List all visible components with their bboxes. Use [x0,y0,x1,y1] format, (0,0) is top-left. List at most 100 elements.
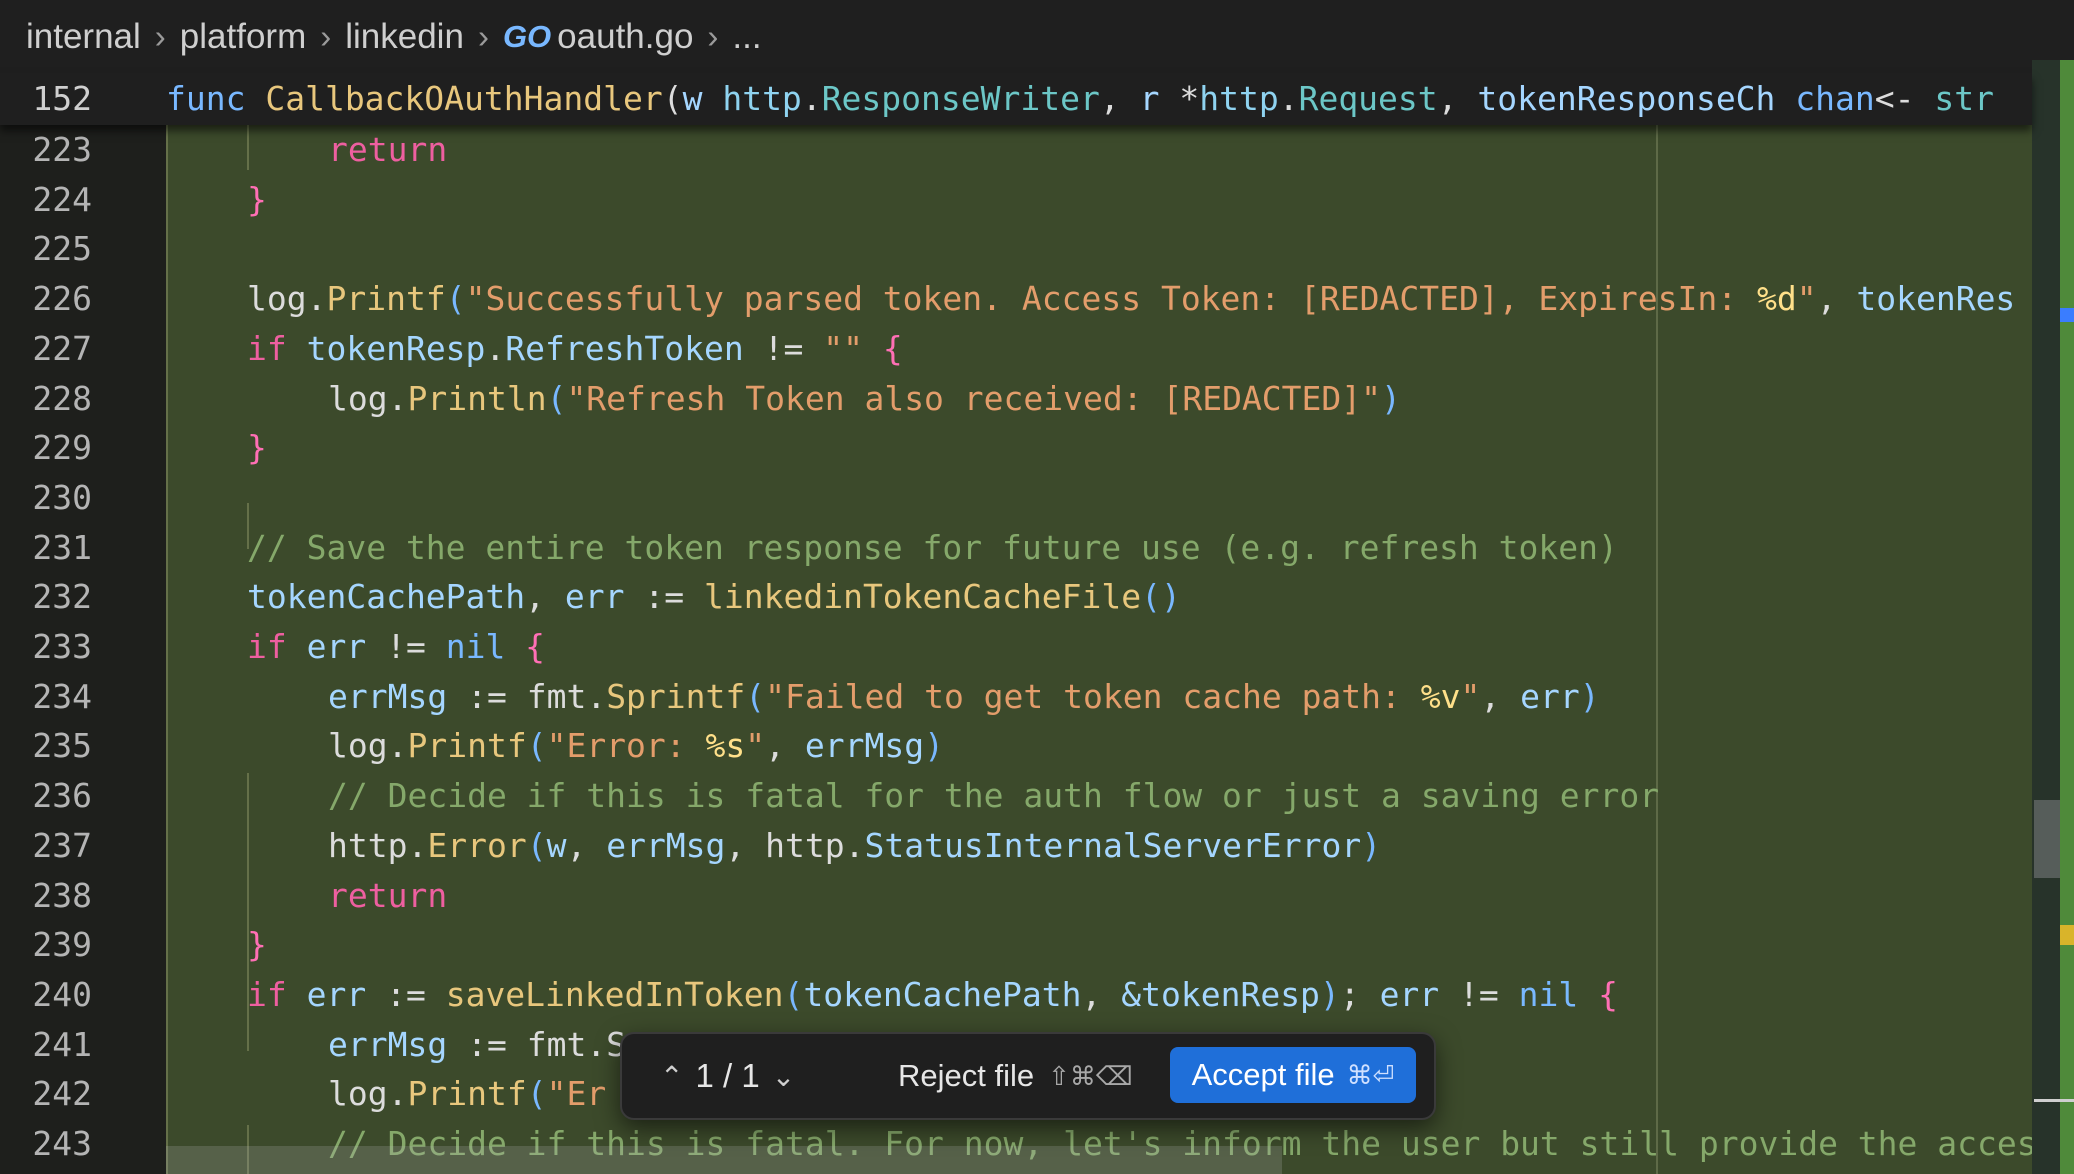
code-token: } [247,925,267,965]
change-navigator: ⌃ 1 / 1 ⌄ [648,1034,807,1118]
code-token: // Save the entire token response for fu… [247,527,1618,567]
code-token: ( [445,279,466,319]
code-token: Printf [407,726,527,766]
code-token: saveLinkedInToken [445,974,784,1014]
line-number: 238 [32,875,92,915]
code-token: log [247,279,307,319]
code-token: CallbackOAuthHandler [265,79,663,118]
code-token: http [722,79,802,118]
code-line[interactable]: log.Printf("Successfully parsed token. A… [247,274,2015,324]
code-token: , [1437,79,1478,118]
horizontal-scrollbar[interactable] [166,1146,1282,1174]
diff-review-bar: ⌃ 1 / 1 ⌄ Reject file ⇧⌘⌫ Accept file ⌘⏎ [620,1032,1436,1120]
chevron-down-icon[interactable]: ⌄ [772,1060,795,1093]
scrollbar-thumb[interactable] [2034,800,2060,878]
sticky-scroll-header[interactable]: 152 func CallbackOAuthHandler(w http.Res… [0,73,2032,125]
code-line[interactable]: return [328,125,447,175]
line-number: 235 [32,726,92,766]
reject-file-label: Reject file [898,1058,1035,1093]
code-token: Printf [407,1074,527,1114]
code-token: " [745,726,766,766]
accept-file-button[interactable]: Accept file ⌘⏎ [1170,1047,1416,1103]
line-number-gutter[interactable]: 223 224 225 226 227 228 229 230 231 232 233 234 235 2… [0,125,166,1174]
code-token: w [546,825,567,865]
code-token: { [505,627,546,666]
code-line[interactable]: http.Error(w, errMsg, http.StatusInterna… [328,821,1381,871]
code-line[interactable]: log.Printf("Er [328,1069,606,1119]
code-line[interactable]: log.Println("Refresh Token also received… [328,374,1401,424]
code-line[interactable]: } [247,423,267,473]
chevron-up-icon[interactable]: ⌃ [660,1060,683,1093]
breadcrumb-item-platform[interactable]: platform [180,17,306,57]
accept-shortcut-hint: ⌘⏎ [1346,1059,1395,1090]
code-token: Println [407,378,547,418]
code-line[interactable]: if err != nil { [247,622,545,672]
code-token: Sprintf [606,676,746,716]
indent-guide [247,503,249,549]
line-number: 241 [32,1024,92,1064]
line-number: 236 [32,776,92,816]
breadcrumb-item-linkedin[interactable]: linkedin [345,17,464,57]
code-token: nil [445,627,506,666]
code-token: := [366,974,446,1014]
code-token: if [247,974,307,1014]
code-editor[interactable]: return} log.Printf("Successfully parsed t… [166,125,2032,1174]
reject-shortcut-hint: ⇧⌘⌫ [1048,1060,1133,1091]
breadcrumb-item-internal[interactable]: internal [26,17,141,57]
code-token: , [725,825,766,865]
code-token: return [328,875,448,915]
code-token: w [682,79,723,118]
scrollbar-diff-marker [2060,60,2074,1174]
code-line[interactable]: log.Printf("Error: %s", errMsg) [328,721,944,771]
line-number: 240 [32,974,92,1014]
chevron-right-icon: › [477,17,489,55]
code-token: tokenResponseCh [1477,79,1796,118]
reject-file-button[interactable]: Reject file ⇧⌘⌫ [898,1050,1133,1102]
code-token: "Successfully parsed token. Access Token… [465,279,1757,319]
code-line[interactable]: } [247,175,267,225]
code-token: err [306,974,367,1014]
code-line[interactable]: return [328,871,447,921]
code-token: . [387,378,408,418]
code-line[interactable]: // Decide if this is fatal for the auth … [328,771,1659,821]
code-token: . [387,1074,408,1114]
code-token: log [328,378,388,418]
code-token: <- [1874,79,1935,118]
code-token: http [1199,79,1279,118]
breadcrumb-item-more[interactable]: ... [732,17,761,57]
code-token: ( [546,378,567,418]
code-token: http [328,825,408,865]
code-token: %v [1420,676,1461,716]
indent-guide [247,773,249,1051]
code-token: , [1816,279,1857,319]
line-number: 243 [32,1124,92,1163]
code-line[interactable]: tokenCachePath, err := linkedinTokenCach… [247,572,1181,622]
code-token: "Er [546,1074,607,1114]
code-line[interactable]: errMsg := fmt.Sprintf("Failed to get tok… [328,672,1600,722]
code-token: () [1141,577,1181,617]
code-token: errMsg [606,825,726,865]
code-token: ) [1381,378,1401,418]
code-token: . [801,79,822,118]
code-token: , [765,726,805,766]
code-token: . [306,279,327,319]
code-token: ResponseWriter [821,79,1100,118]
code-token: err [306,627,367,666]
code-token: . [407,825,428,865]
code-line[interactable]: // Save the entire token response for fu… [247,523,1618,573]
code-token: Error [427,825,527,865]
line-number: 237 [32,825,92,865]
code-token: , [566,825,607,865]
code-token: } [247,179,267,219]
code-line[interactable]: if tokenResp.RefreshToken != "" { [247,324,903,374]
code-token: "Refresh Token also received: [REDACTED]… [566,378,1382,418]
breadcrumb-item-file[interactable]: oauth.go [557,17,693,57]
code-token: := [447,676,527,716]
code-token: err [1520,676,1580,716]
code-token: tokenResp [306,328,486,368]
code-token: " [1796,279,1817,319]
code-line[interactable]: if err := saveLinkedInToken(tokenCachePa… [247,970,1618,1020]
code-line[interactable]: errMsg := fmt.S [328,1020,626,1070]
accept-file-label: Accept file [1191,1057,1335,1092]
code-line[interactable]: } [247,920,267,970]
